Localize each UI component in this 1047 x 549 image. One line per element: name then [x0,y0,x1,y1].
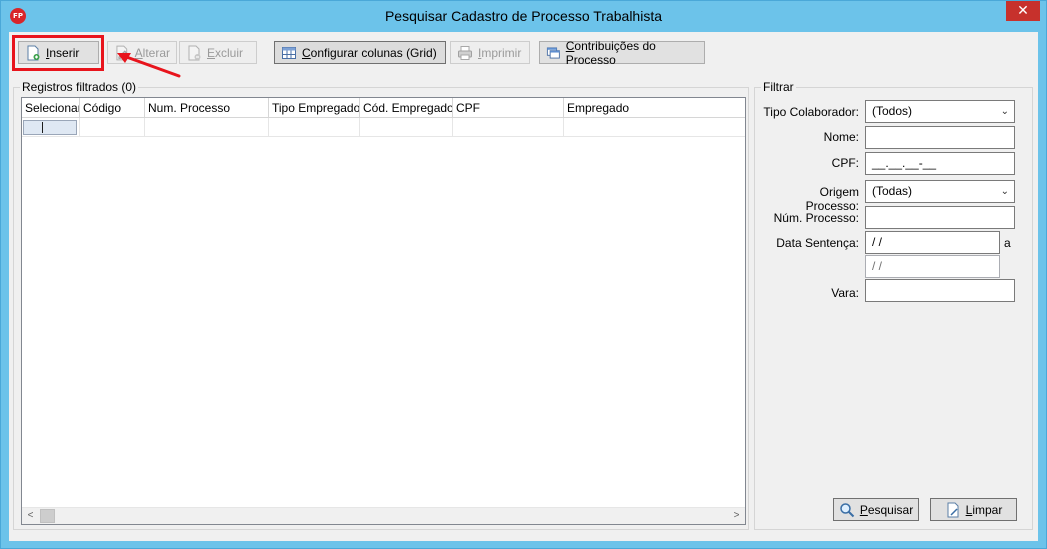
column-header-codigo[interactable]: Código [80,98,145,118]
column-header-num-processo[interactable]: Num. Processo [145,98,269,118]
column-header-cpf[interactable]: CPF [453,98,564,118]
column-header-selecionar[interactable]: Selecionar [22,98,80,118]
cod-empregado-cell [360,118,453,137]
search-label: Pesquisar [859,502,914,517]
clear-document-icon [947,502,959,517]
app-window: FP Pesquisar Cadastro de Processo Trabal… [0,0,1047,549]
nome-input[interactable] [865,126,1015,149]
process-contributions-button[interactable]: Contribuições do Processo [539,38,705,67]
printer-icon [458,45,472,60]
codigo-cell [80,118,145,137]
chevron-down-icon: ⌄ [1000,106,1009,117]
column-header-tipo-empregado[interactable]: Tipo Empregado [269,98,360,118]
results-count-label: Registros filtrados (0) [20,80,139,94]
cpf-cell [453,118,564,137]
client-area: Inserir Alterar Excluir Configurar colun… [9,32,1038,541]
close-button[interactable]: ✕ [1006,1,1040,21]
cpf-input[interactable]: __.__.__-__ [865,152,1015,175]
search-icon [840,502,855,517]
filter-group-label: Filtrar [761,80,796,94]
clear-button[interactable]: Limpar [930,498,1017,521]
nome-label: Nome: [823,130,859,144]
tipo-empregado-cell [269,118,360,137]
column-header-empregado[interactable]: Empregado [564,98,745,118]
column-header-cod-empregado[interactable]: Cód. Empregado [360,98,453,118]
configure-columns-button[interactable]: Configurar colunas (Grid) [274,41,446,64]
origem-processo-value: (Todas) [872,184,913,198]
data-sentenca-end-input[interactable]: / / [865,255,1000,278]
scroll-thumb[interactable] [40,509,55,523]
clear-label: Limpar [965,502,1003,517]
configure-columns-label: Configurar colunas (Grid) [302,45,437,60]
insert-highlight-box [12,35,104,71]
grid-columns-icon [282,46,296,59]
num-processo-label: Núm. Processo: [773,211,859,225]
num-processo-input[interactable] [865,206,1015,229]
data-sentenca-start-input[interactable]: / / [865,231,1000,254]
windows-stack-icon [546,46,560,59]
num-processo-cell [145,118,269,137]
process-contributions-label: Contribuições do Processo [565,38,656,67]
select-cell[interactable] [22,118,80,137]
grid-header: Selecionar Código Num. Processo Tipo Emp… [22,98,745,118]
horizontal-scrollbar[interactable]: < > [22,507,745,524]
search-button[interactable]: Pesquisar [833,498,919,521]
tipo-colaborador-value: (Todos) [872,104,913,118]
origem-processo-select[interactable]: (Todas) ⌄ [865,180,1015,203]
title-bar[interactable]: FP Pesquisar Cadastro de Processo Trabal… [1,1,1046,32]
vara-label: Vara: [831,286,859,300]
delete-label: Excluir [207,45,244,60]
tipo-colaborador-label: Tipo Colaborador: [763,105,859,119]
window-title: Pesquisar Cadastro de Processo Trabalhis… [384,8,663,24]
scroll-right-icon[interactable]: > [728,508,745,524]
results-grid[interactable]: Selecionar Código Num. Processo Tipo Emp… [21,97,746,525]
cpf-label: CPF: [831,156,859,170]
origem-processo-label: Origem Processo: [805,185,859,213]
select-checkbox[interactable] [23,120,77,135]
print-button[interactable]: Imprimir [450,41,530,64]
print-label: Imprimir [478,45,522,60]
data-sentenca-label: Data Sentença: [776,236,859,250]
vara-input[interactable] [865,279,1015,302]
scroll-left-icon[interactable]: < [22,508,39,524]
data-range-separator: a [1004,236,1011,250]
table-row[interactable] [22,118,745,137]
tipo-colaborador-select[interactable]: (Todos) ⌄ [865,100,1015,123]
chevron-down-icon: ⌄ [1000,186,1009,197]
